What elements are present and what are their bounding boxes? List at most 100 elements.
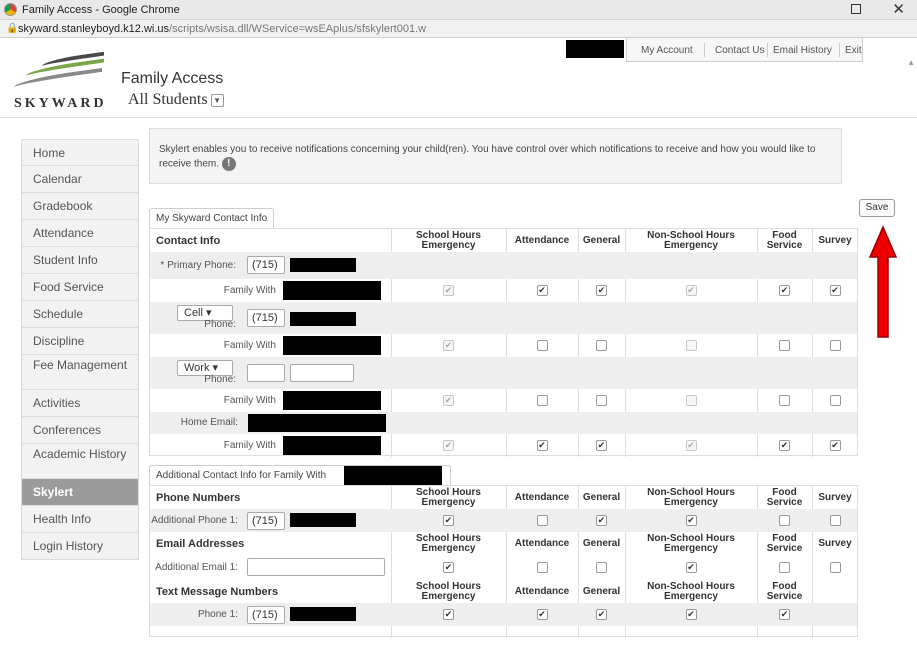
sidebar-item-gradebook[interactable]: Gradebook <box>21 193 139 220</box>
checkbox[interactable] <box>779 562 790 573</box>
checkbox: ✔ <box>443 395 454 406</box>
checkbox-cell <box>757 509 812 532</box>
sidebar-item-health-info[interactable]: Health Info <box>21 506 139 533</box>
sidebar-item-calendar[interactable]: Calendar <box>21 166 139 193</box>
checkbox-cell: ✔ <box>757 603 812 626</box>
chevron-down-icon[interactable]: ▼ <box>210 93 224 107</box>
redacted-name <box>566 40 624 58</box>
column-header: School Hours Emergency <box>415 580 481 602</box>
scroll-up-icon[interactable]: ▲ <box>907 58 915 67</box>
checkbox[interactable] <box>596 395 607 406</box>
redacted-family <box>283 336 381 355</box>
save-button[interactable]: Save <box>859 199 895 217</box>
checkbox-cell: ✔ <box>391 603 506 626</box>
text-phone-area-input[interactable]: (715) <box>247 606 285 624</box>
sidebar-item-activities[interactable]: Activities <box>21 390 139 417</box>
skyward-logo[interactable]: SKYWARD <box>12 51 107 116</box>
checkbox[interactable] <box>536 515 548 526</box>
checkbox[interactable] <box>829 562 841 573</box>
checkbox-cell <box>812 334 858 357</box>
sidebar-item-discipline[interactable]: Discipline <box>21 328 139 355</box>
sidebar-item-academic-history[interactable]: Academic History <box>21 444 139 479</box>
skylert-info-box: Skylert enables you to receive notificat… <box>149 128 842 184</box>
checkbox[interactable] <box>779 340 790 351</box>
checkbox: ✔ <box>443 340 454 351</box>
checkbox-row: ✔ ✔ ✔ Additional Phone 1: (715) <box>150 509 857 532</box>
checkbox[interactable]: ✔ <box>536 440 548 451</box>
checkbox-cell <box>578 555 625 580</box>
sidebar-item-food-service[interactable]: Food Service <box>21 274 139 301</box>
checkbox[interactable]: ✔ <box>596 285 607 296</box>
checkbox[interactable] <box>536 395 548 406</box>
checkbox[interactable]: ✔ <box>536 285 548 296</box>
sidebar-item-fee-management[interactable]: Fee Management <box>21 355 139 390</box>
checkbox[interactable]: ✔ <box>596 609 607 620</box>
checkbox[interactable]: ✔ <box>829 285 841 296</box>
primary-phone-area-input[interactable]: (715) <box>247 256 285 274</box>
additional-email-input[interactable] <box>247 558 385 576</box>
sidebar-item-home[interactable]: Home <box>21 139 139 166</box>
checkbox-cell <box>625 334 757 357</box>
checkbox[interactable]: ✔ <box>779 609 790 620</box>
checkbox[interactable] <box>536 562 548 573</box>
column-header: School Hours Emergency <box>415 532 481 554</box>
address-bar[interactable]: 🔒 skyward.stanleyboyd.k12.wi.us/scripts/… <box>0 20 917 38</box>
checkbox: ✔ <box>443 285 454 296</box>
checkbox[interactable]: ✔ <box>685 515 697 526</box>
sidebar-item-login-history[interactable]: Login History <box>21 533 139 560</box>
checkbox[interactable] <box>596 562 607 573</box>
checkbox[interactable] <box>779 515 790 526</box>
maximize-icon[interactable] <box>851 4 861 14</box>
checkbox[interactable] <box>829 515 841 526</box>
checkbox[interactable] <box>596 340 607 351</box>
exit-link[interactable]: Exit <box>845 45 862 56</box>
additional-phone-label: Additional Phone 1: <box>151 514 238 526</box>
family-with-label: Family With <box>223 394 276 406</box>
close-icon[interactable]: ✕ <box>892 0 905 18</box>
checkbox[interactable]: ✔ <box>779 285 790 296</box>
lightbulb-icon[interactable]: ! <box>221 157 236 171</box>
contact-info-table: Contact Info School Hours Emergency Attend… <box>149 228 858 457</box>
tab-my-skyward-contact-info[interactable]: My Skyward Contact Info <box>149 208 275 228</box>
additional-email-label: Additional Email 1: <box>155 561 238 573</box>
checkbox[interactable]: ✔ <box>685 609 697 620</box>
cell-phone-area-input[interactable]: (715) <box>247 309 285 327</box>
checkbox[interactable]: ✔ <box>443 609 454 620</box>
checkbox[interactable] <box>829 340 841 351</box>
checkbox[interactable]: ✔ <box>536 609 548 620</box>
sidebar-item-schedule[interactable]: Schedule <box>21 301 139 328</box>
checkbox[interactable] <box>536 340 548 351</box>
checkbox-cell: ✔ <box>625 603 757 626</box>
additional-phone-area-input[interactable]: (715) <box>247 512 285 530</box>
sidebar-item-student-info[interactable]: Student Info <box>21 247 139 274</box>
checkbox[interactable] <box>779 395 790 406</box>
checkbox-cell <box>757 555 812 580</box>
checkbox[interactable]: ✔ <box>596 515 607 526</box>
checkbox[interactable]: ✔ <box>779 440 790 451</box>
primary-phone-row: * Primary Phone: (715) <box>150 252 857 279</box>
top-links: My Account Contact Us Email History Exit <box>626 38 863 62</box>
contact-us-link[interactable]: Contact Us <box>715 45 764 56</box>
checkbox[interactable]: ✔ <box>829 440 841 451</box>
checkbox[interactable]: ✔ <box>443 515 454 526</box>
phone-label: Phone: <box>204 374 236 385</box>
additional-contact-table: Phone Numbers School Hours Emergency Atten… <box>149 485 858 638</box>
column-header: Attendance <box>514 537 570 549</box>
column-header: Survey <box>818 537 852 549</box>
sidebar-item-conferences[interactable]: Conferences <box>21 417 139 444</box>
checkbox-cell: ✔ <box>757 279 812 302</box>
my-account-link[interactable]: My Account <box>641 45 693 56</box>
checkbox[interactable] <box>829 395 841 406</box>
red-arrow-annotation <box>868 225 898 338</box>
work-phone-number-input[interactable] <box>290 364 354 382</box>
column-header: Food Service <box>766 486 803 508</box>
checkbox[interactable]: ✔ <box>596 440 607 451</box>
checkbox-cell <box>506 555 578 580</box>
student-select[interactable]: All Students ▼ <box>128 91 224 109</box>
sidebar-item-attendance[interactable]: Attendance <box>21 220 139 247</box>
email-history-link[interactable]: Email History <box>773 45 832 56</box>
checkbox[interactable]: ✔ <box>443 562 454 573</box>
work-phone-area-input[interactable] <box>247 364 285 382</box>
sidebar-item-skylert[interactable]: Skylert <box>21 479 139 506</box>
checkbox[interactable]: ✔ <box>685 562 697 573</box>
